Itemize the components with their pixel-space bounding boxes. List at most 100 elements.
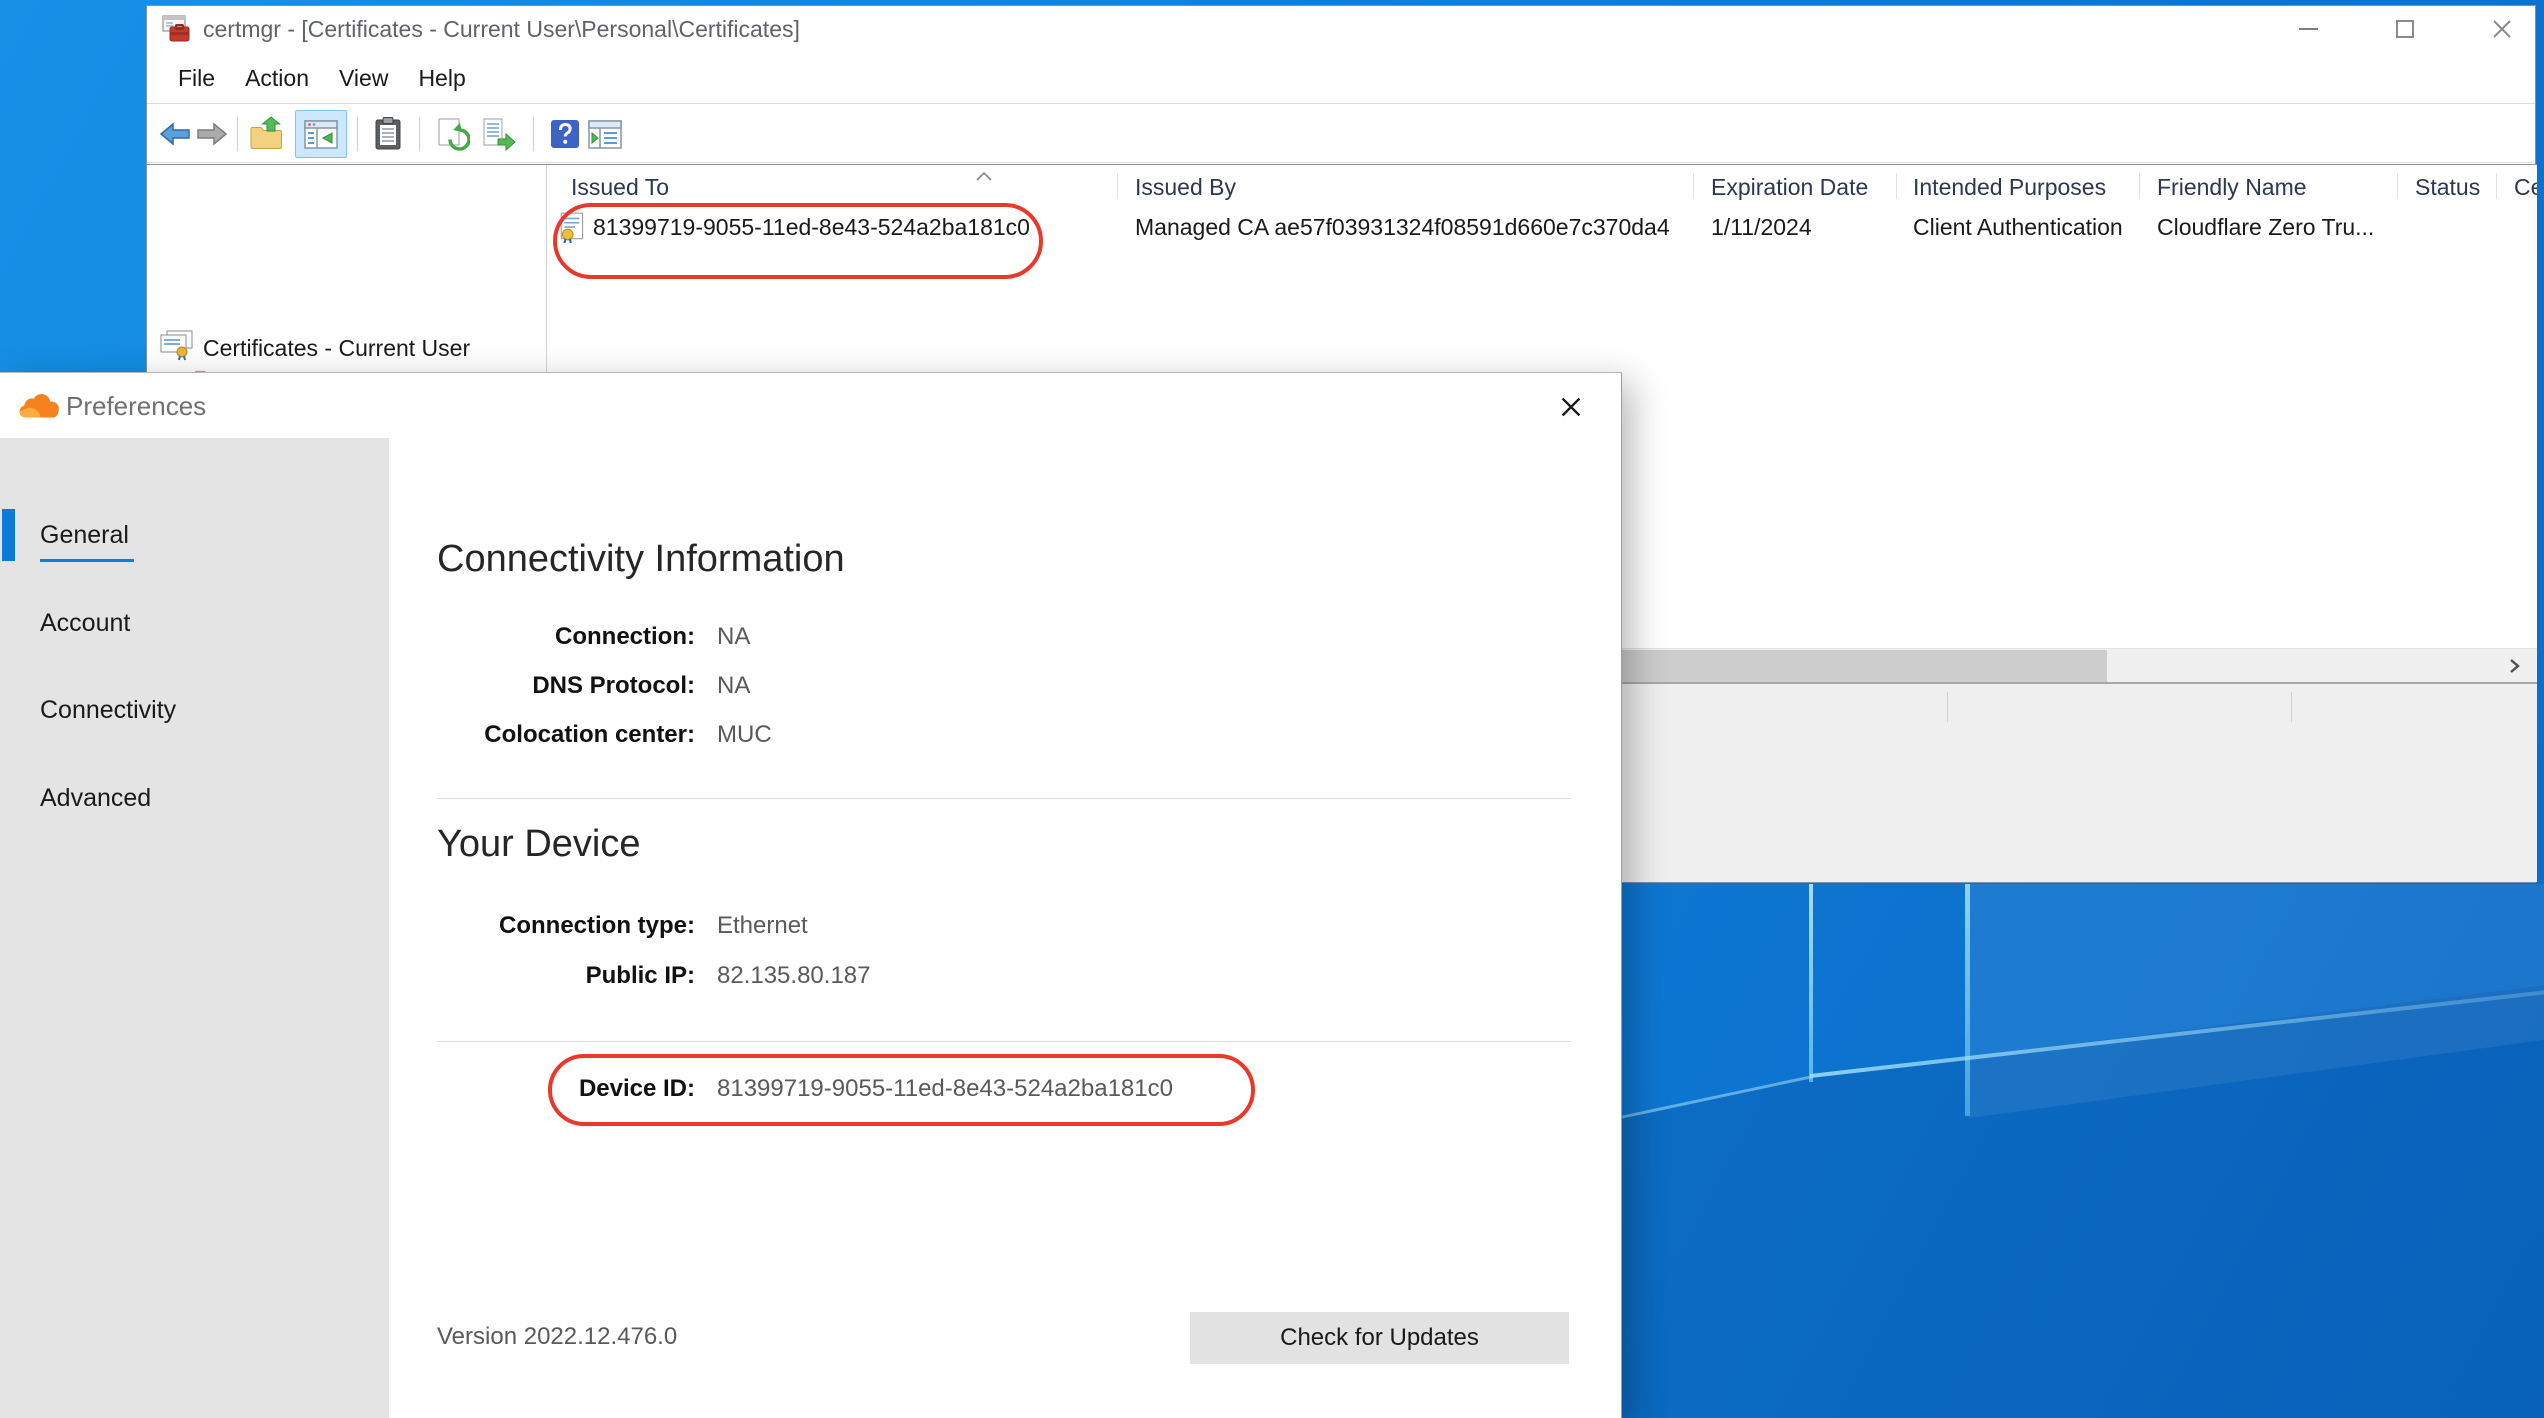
column-header-status[interactable]: Status <box>2415 169 2480 205</box>
info-label: Public IP: <box>586 962 695 990</box>
cell-issued-by: Managed CA ae57f03931324f08591d660e7c370… <box>1135 207 1670 247</box>
info-label: Connection: <box>555 623 695 651</box>
cell-friendly-name: Cloudflare Zero Tru... <box>2157 207 2374 247</box>
annotation-ellipse-issued-to <box>553 203 1043 279</box>
wallpaper-beam <box>1809 884 1813 1082</box>
cloudflare-logo-icon <box>18 391 62 428</box>
action-pane-icon <box>586 115 624 153</box>
section-divider <box>437 1041 1570 1042</box>
toolbar-separator <box>357 117 358 151</box>
nav-item-advanced[interactable]: Advanced <box>0 770 389 826</box>
scroll-right-button[interactable] <box>2493 649 2535 683</box>
check-for-updates-button[interactable]: Check for Updates <box>1190 1312 1569 1364</box>
version-text: Version 2022.12.476.0 <box>437 1323 677 1351</box>
up-folder-icon <box>248 115 286 153</box>
preferences-sidebar: General Account Connectivity Advanced <box>0 438 389 1418</box>
nav-item-account[interactable]: Account <box>0 595 389 651</box>
minimize-icon <box>2299 28 2318 30</box>
clipboard-button[interactable] <box>368 114 408 154</box>
forward-icon <box>194 116 230 152</box>
wallpaper-beam <box>1965 884 1970 1116</box>
info-row-connection: Connection: NA <box>389 623 1622 655</box>
info-row-colocation-center: Colocation center: MUC <box>389 721 1622 753</box>
certificates-root-icon <box>157 329 195 367</box>
column-header-intended-purposes[interactable]: Intended Purposes <box>1913 169 2106 205</box>
column-divider[interactable] <box>1117 173 1118 199</box>
section-heading-connectivity-information: Connectivity Information <box>437 538 845 581</box>
console-tree-icon <box>302 115 340 153</box>
close-icon <box>2491 18 2513 40</box>
status-bar-divider <box>2291 692 2292 722</box>
dialog-title: Preferences <box>66 389 206 423</box>
section-heading-your-device: Your Device <box>437 823 641 866</box>
menu-view[interactable]: View <box>324 52 403 104</box>
status-bar-divider <box>1947 692 1948 722</box>
toolbar-separator <box>533 117 534 151</box>
column-divider[interactable] <box>2397 173 2398 199</box>
info-value: NA <box>717 623 750 651</box>
show-action-pane-button[interactable] <box>585 114 625 154</box>
menu-action[interactable]: Action <box>230 52 324 104</box>
show-console-tree-button[interactable] <box>295 110 347 158</box>
preferences-content: Connectivity Information Connection: NA … <box>389 438 1622 1418</box>
minimize-button[interactable] <box>2276 6 2340 52</box>
info-row-connection-type: Connection type: Ethernet <box>389 912 1622 944</box>
tree-item-certificates-current-user[interactable]: Certificates - Current User <box>157 330 470 366</box>
desktop: certmgr - [Certificates - Current User\P… <box>0 0 2544 1418</box>
refresh-icon <box>434 116 470 152</box>
column-divider[interactable] <box>1693 173 1694 199</box>
info-value: 82.135.80.187 <box>717 962 870 990</box>
column-header-certificate-template[interactable]: Ce <box>2514 169 2537 205</box>
maximize-button[interactable] <box>2373 6 2437 52</box>
certmgr-app-icon <box>161 14 191 44</box>
nav-item-connectivity[interactable]: Connectivity <box>0 682 389 738</box>
cell-expiration-date: 1/11/2024 <box>1711 207 1812 247</box>
column-divider[interactable] <box>1896 173 1897 199</box>
column-header-issued-by[interactable]: Issued By <box>1135 169 1236 205</box>
maximize-icon <box>2396 20 2414 38</box>
section-divider <box>437 798 1570 799</box>
info-label: DNS Protocol: <box>532 672 695 700</box>
column-header-expiration-date[interactable]: Expiration Date <box>1711 169 1868 205</box>
info-value: NA <box>717 672 750 700</box>
column-divider[interactable] <box>2496 173 2497 199</box>
cell-intended-purposes: Client Authentication <box>1913 207 2123 247</box>
info-label: Colocation center: <box>484 721 695 749</box>
column-header-issued-to[interactable]: Issued To <box>571 169 669 205</box>
dialog-close-button[interactable] <box>1546 383 1596 431</box>
back-button[interactable] <box>155 114 195 154</box>
toolbar <box>147 105 2535 163</box>
info-row-dns-protocol: DNS Protocol: NA <box>389 672 1622 704</box>
info-value: Ethernet <box>717 912 808 940</box>
up-one-level-button[interactable] <box>247 114 287 154</box>
chevron-right-icon <box>2506 657 2522 675</box>
menu-file[interactable]: File <box>163 52 230 104</box>
selected-nav-underline <box>40 559 134 562</box>
window-title: certmgr - [Certificates - Current User\P… <box>203 6 800 52</box>
clipboard-icon <box>370 116 406 152</box>
info-row-public-ip: Public IP: 82.135.80.187 <box>389 962 1622 994</box>
close-icon <box>1556 392 1586 422</box>
close-button[interactable] <box>2470 6 2534 52</box>
toolbar-separator <box>419 117 420 151</box>
export-list-button[interactable] <box>478 114 518 154</box>
column-divider[interactable] <box>2139 173 2140 199</box>
column-header-friendly-name[interactable]: Friendly Name <box>2157 169 2307 205</box>
export-list-icon <box>480 116 516 152</box>
nav-item-general[interactable]: General <box>0 507 389 563</box>
preferences-dialog: Preferences General Account Connectivity… <box>0 372 1622 1418</box>
title-bar: certmgr - [Certificates - Current User\P… <box>147 6 2535 52</box>
back-icon <box>157 116 193 152</box>
refresh-button[interactable] <box>432 114 472 154</box>
help-icon <box>547 116 583 152</box>
annotation-ellipse-device-id <box>548 1054 1255 1126</box>
forward-button[interactable] <box>192 114 232 154</box>
menu-bar: File Action View Help <box>147 52 2535 104</box>
info-label: Connection type: <box>499 912 695 940</box>
info-value: MUC <box>717 721 772 749</box>
sort-ascending-icon <box>973 170 995 182</box>
toolbar-separator <box>237 117 238 151</box>
help-button[interactable] <box>545 114 585 154</box>
tree-item-label: Certificates - Current User <box>195 335 470 362</box>
menu-help[interactable]: Help <box>403 52 480 104</box>
